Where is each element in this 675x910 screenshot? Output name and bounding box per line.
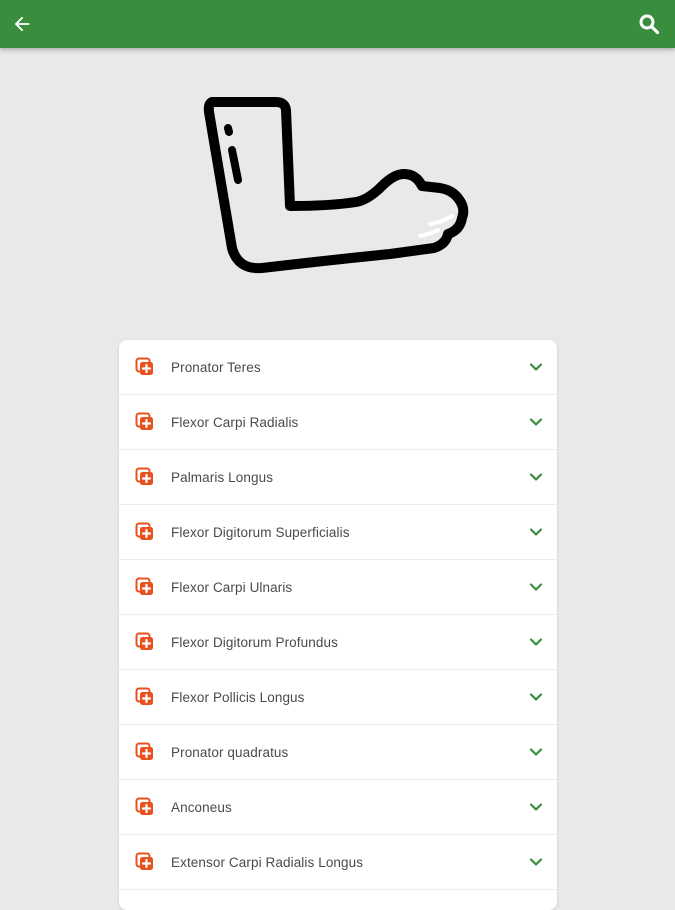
muscle-name: Flexor Digitorum Superficialis	[171, 524, 350, 540]
chevron-down-icon[interactable]	[529, 690, 543, 704]
muscle-name: Pronator Teres	[171, 359, 261, 375]
search-button[interactable]	[633, 8, 665, 40]
muscle-list-item[interactable]: Flexor Pollicis Longus	[119, 670, 557, 725]
search-icon	[639, 14, 660, 35]
muscle-name: Flexor Pollicis Longus	[171, 689, 305, 705]
muscle-card-icon	[135, 467, 153, 485]
app-bar	[0, 0, 675, 48]
chevron-down-icon[interactable]	[529, 360, 543, 374]
muscle-list-item[interactable]: Anconeus	[119, 780, 557, 835]
muscle-card-icon	[135, 797, 153, 815]
muscle-list-item[interactable]: Pronator quadratus	[119, 725, 557, 780]
muscle-name: Extensor Carpi Radialis Longus	[171, 854, 364, 870]
forearm-icon	[203, 97, 469, 274]
muscle-name: Flexor Digitorum Profundus	[171, 634, 338, 650]
muscle-card-icon	[135, 412, 153, 430]
chevron-down-icon[interactable]	[529, 415, 543, 429]
muscle-card-icon	[135, 522, 153, 540]
muscle-card-icon	[135, 687, 153, 705]
muscle-list-item[interactable]: Pronator Teres	[119, 340, 557, 395]
muscle-name: Pronator quadratus	[171, 744, 289, 760]
muscle-name: Anconeus	[171, 799, 232, 815]
muscle-card-icon	[135, 357, 153, 375]
chevron-down-icon[interactable]	[529, 855, 543, 869]
muscle-name: Palmaris Longus	[171, 469, 274, 485]
muscle-list-item[interactable]: Flexor Digitorum Superficialis	[119, 505, 557, 560]
arrow-left-icon	[14, 16, 30, 32]
chevron-down-icon[interactable]	[529, 745, 543, 759]
muscle-card-icon	[135, 577, 153, 595]
muscle-list-item[interactable]: Flexor Digitorum Profundus	[119, 615, 557, 670]
muscle-list-item[interactable]: Flexor Carpi Radialis	[119, 395, 557, 450]
muscle-list-item[interactable]: Palmaris Longus	[119, 450, 557, 505]
muscle-list: Pronator Teres Flexor Carpi Radialis Pal…	[119, 340, 557, 910]
muscle-card-icon	[135, 632, 153, 650]
chevron-down-icon[interactable]	[529, 470, 543, 484]
muscle-list-item[interactable]: Flexor Carpi Ulnaris	[119, 560, 557, 615]
muscle-name: Flexor Carpi Radialis	[171, 414, 299, 430]
chevron-down-icon[interactable]	[529, 580, 543, 594]
muscle-list-item[interactable]: Extensor Carpi Radialis Longus	[119, 835, 557, 890]
muscle-card-icon	[135, 852, 153, 870]
chevron-down-icon[interactable]	[529, 525, 543, 539]
chevron-down-icon[interactable]	[529, 800, 543, 814]
back-button[interactable]	[6, 8, 38, 40]
muscle-name: Flexor Carpi Ulnaris	[171, 579, 293, 595]
forearm-illustration	[190, 88, 490, 288]
muscle-card-icon	[135, 742, 153, 760]
chevron-down-icon[interactable]	[529, 635, 543, 649]
